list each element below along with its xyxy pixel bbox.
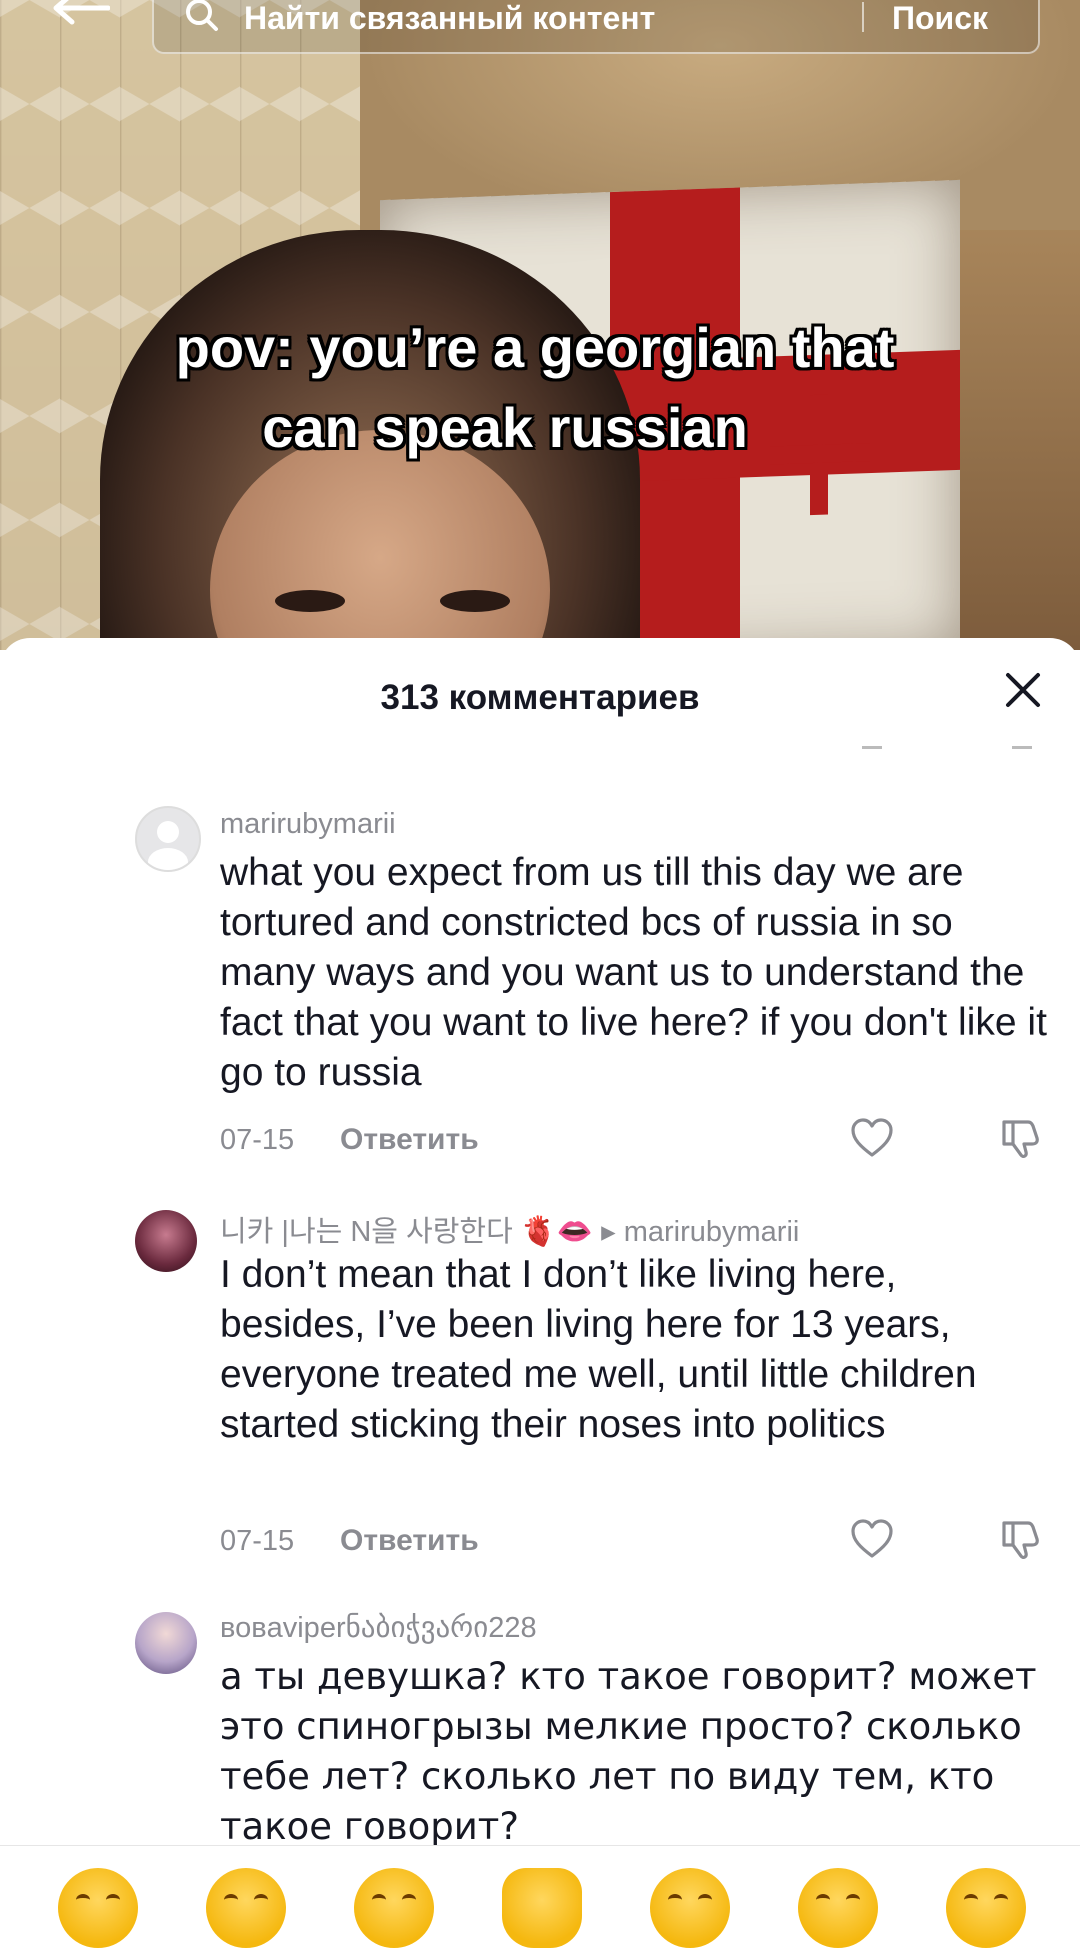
search-divider <box>862 2 864 32</box>
comment-username[interactable]: вовaviperნაბიჭვარი228 <box>220 1610 537 1645</box>
previous-dislike-icon <box>1012 738 1032 749</box>
previous-heart-icon <box>862 738 882 749</box>
search-icon <box>186 0 218 31</box>
eye-left <box>275 590 345 612</box>
emoji-reaction-bar <box>0 1845 1080 1948</box>
video-player[interactable]: pov: you’re a georgian that can speak ru… <box>0 0 1080 650</box>
avatar[interactable] <box>135 806 201 872</box>
thumbs-down-icon[interactable] <box>1000 1116 1044 1160</box>
video-caption-line2: can speak russian <box>262 396 748 459</box>
thumbs-down-icon[interactable] <box>1000 1517 1044 1561</box>
search-placeholder[interactable]: Найти связанный контент <box>244 0 655 37</box>
comment-date: 07-15 <box>220 1525 295 1557</box>
comment-username[interactable]: 니카 |나는 N을 사랑한다 🫀👄 ▸ marirubymarii <box>220 1208 799 1250</box>
smile-emoji-icon[interactable] <box>58 1868 138 1948</box>
blush-emoji-icon[interactable] <box>650 1868 730 1948</box>
thumbs-up-emoji-icon[interactable] <box>502 1868 582 1948</box>
close-icon[interactable] <box>1003 670 1043 710</box>
avatar[interactable] <box>135 1210 197 1272</box>
heart-icon[interactable] <box>850 1519 894 1559</box>
kiss-emoji-icon[interactable] <box>946 1868 1026 1948</box>
comment-text: what you expect from us till this day we… <box>220 851 1047 1094</box>
comment-text: I don’t mean that I don’t like living he… <box>220 1253 977 1446</box>
flushed-emoji-icon[interactable] <box>798 1868 878 1948</box>
back-arrow-icon[interactable] <box>50 0 110 34</box>
heart-face-emoji-icon[interactable] <box>354 1868 434 1948</box>
video-caption-line1: pov: you’re a georgian that <box>175 316 895 379</box>
default-avatar-icon <box>148 821 188 870</box>
comment-date: 07-15 <box>220 1124 295 1156</box>
sweat-smile-emoji-icon[interactable] <box>206 1868 286 1948</box>
heart-icon[interactable] <box>850 1118 894 1158</box>
comments-count-title: 313 комментариев <box>380 678 700 717</box>
reply-button[interactable]: Ответить <box>340 1123 479 1157</box>
search-button[interactable]: Поиск <box>892 0 988 37</box>
eye-right <box>440 590 510 612</box>
avatar[interactable] <box>135 1612 197 1674</box>
comment-username[interactable]: marirubymarii <box>220 808 396 841</box>
reply-button[interactable]: Ответить <box>340 1524 479 1558</box>
comment-text: а ты девушка? кто такое говорит? может э… <box>220 1655 1037 1848</box>
search-bar[interactable]: Найти связанный контент Поиск <box>152 0 1040 54</box>
